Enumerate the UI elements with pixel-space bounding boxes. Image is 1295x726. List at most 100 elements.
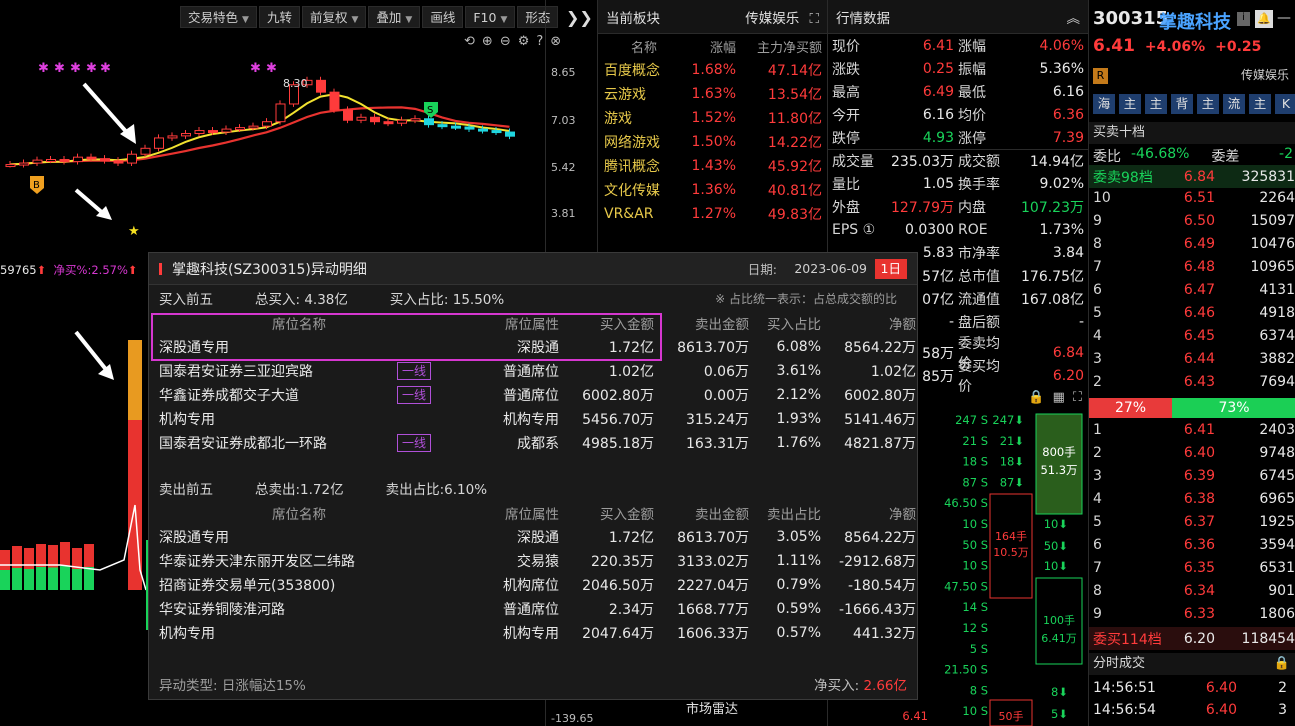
candle-body[interactable] [316,79,326,93]
table-row[interactable]: 深股通专用 深股通 1.72亿 8613.70万 3.05% 8564.22万 [149,525,917,549]
seat-tag[interactable]: 一线 [396,362,431,380]
order-level-row[interactable]: 7 6.35 6531 [1089,556,1295,579]
candle-body[interactable] [451,125,461,129]
candle-body[interactable] [86,156,97,160]
candle-body[interactable] [491,130,502,134]
order-level-row[interactable]: 4 6.38 6965 [1089,487,1295,510]
table-row[interactable]: 机构专用 机构专用 5456.70万 315.24万 1.93% 5141.46万 [149,407,917,431]
info-icon[interactable]: i [1237,12,1250,26]
market-radar-title[interactable]: 市场雷达 [597,698,827,726]
candle-body[interactable] [505,131,515,137]
toolbar-button[interactable]: 前复权 ▼ [301,6,367,28]
candle-body[interactable] [397,119,407,124]
sector-row[interactable]: 百度概念 1.68% 47.14亿 [598,58,827,82]
stock-tag[interactable]: 主 [1249,94,1271,114]
date-value[interactable]: 2023-06-09 [794,261,867,276]
order-level-row[interactable]: 6 6.47 4131 [1089,278,1295,301]
order-level-row[interactable]: 2 6.40 9748 [1089,441,1295,464]
candle-body[interactable] [73,156,83,163]
seat-tag[interactable]: 一线 [396,434,431,452]
candle-body[interactable] [46,159,56,163]
fullscreen-icon[interactable]: ⛶ [1073,390,1082,412]
candle-body[interactable] [194,130,205,135]
candle-body[interactable] [424,118,434,126]
candle-body[interactable] [383,121,394,125]
candle-body[interactable] [19,162,29,166]
table-row[interactable]: 机构专用 机构专用 2047.64万 1606.33万 0.57% 441.32万 [149,621,917,645]
candle-body[interactable] [343,109,353,121]
alert-bell-icon[interactable]: 🔔 [1255,10,1273,28]
order-level-row[interactable]: 5 6.46 4918 [1089,301,1295,324]
candle-body[interactable] [221,128,232,133]
sector-row[interactable]: 文化传媒 1.36% 40.81亿 [598,178,827,202]
candle-body[interactable] [181,133,191,137]
collapse-icon[interactable]: ︽ [1067,7,1081,27]
toolbar-button[interactable]: F10 ▼ [465,6,516,28]
table-row[interactable]: 华安证券铜陵淮河路 普通席位 2.34万 1668.77万 0.59% -1666.43万 [149,597,917,621]
order-level-row[interactable]: 2 6.43 7694 [1089,370,1295,393]
candle-body[interactable] [5,164,16,168]
candle-body[interactable] [154,137,164,149]
order-level-row[interactable]: 8 6.49 10476 [1089,232,1295,255]
current-board[interactable]: 传媒娱乐 [745,11,799,27]
candle-body[interactable] [370,116,380,123]
sector-row[interactable]: 云游戏 1.63% 13.54亿 [598,82,827,106]
stock-tag[interactable]: 背 [1171,94,1193,114]
order-level-row[interactable]: 10 6.51 2264 [1089,186,1295,209]
candle-body[interactable] [478,128,488,132]
candle-body[interactable] [329,91,340,111]
calculator-icon[interactable]: ▦ [1053,390,1065,412]
stock-tag[interactable]: 海 [1093,94,1115,114]
toolbar-button[interactable]: 画线 [422,6,464,28]
period-button[interactable]: 1日 [874,259,907,279]
candle-body[interactable] [275,103,286,123]
toolbar-button[interactable]: 叠加 ▼ [368,6,421,28]
kline-canvas[interactable]: ✱ ✱ ✱ ✱ ✱ ✱ ✱8.30BS★ [0,40,545,260]
lock-icon[interactable]: 🔒 [1028,390,1044,412]
table-row[interactable]: 招商证券交易单元(353800) 机构席位 2046.50万 2227.04万 0.79… [149,573,917,597]
order-level-row[interactable]: 3 6.39 6745 [1089,464,1295,487]
candle-body[interactable] [32,159,43,164]
order-level-row[interactable]: 3 6.44 3882 [1089,347,1295,370]
candle-body[interactable] [167,135,178,139]
order-level-row[interactable]: 5 6.37 1925 [1089,510,1295,533]
candle-body[interactable] [100,158,110,162]
candle-body[interactable] [127,153,137,164]
order-level-row[interactable]: 9 6.50 15097 [1089,209,1295,232]
stock-tag[interactable]: 主 [1119,94,1141,114]
sector-row[interactable]: 腾讯概念 1.43% 45.92亿 [598,154,827,178]
lock-icon[interactable]: 🔒 [1274,653,1290,675]
candle-body[interactable] [248,125,259,129]
candle-body[interactable] [437,124,448,128]
stock-tag[interactable]: 流 [1223,94,1245,114]
seat-tag[interactable]: 一线 [396,386,431,404]
table-row[interactable]: 华鑫证券成都交子大道 一线 普通席位 6002.80万 0.00万 2.12% 6002.8… [149,383,917,407]
toolbar-button[interactable]: 九转 [258,6,300,28]
order-level-row[interactable]: 6 6.36 3594 [1089,533,1295,556]
table-row[interactable]: 国泰君安证券三亚迎宾路 一线 普通席位 1.02亿 0.06万 3.61% 1.02亿 [149,359,917,383]
candle-body[interactable] [208,130,218,134]
order-level-row[interactable]: 4 6.45 6374 [1089,324,1295,347]
candle-body[interactable] [235,127,245,131]
order-level-row[interactable]: 8 6.34 901 [1089,579,1295,602]
candle-body[interactable] [59,159,70,163]
candle-body[interactable] [140,147,151,155]
candle-body[interactable] [356,116,367,121]
sector-row[interactable]: VR&AR 1.27% 49.83亿 [598,202,827,226]
order-level-row[interactable]: 1 6.41 2403 [1089,418,1295,441]
sector-row[interactable]: 网络游戏 1.50% 14.22亿 [598,130,827,154]
candle-body[interactable] [262,121,272,127]
table-row[interactable]: 华泰证券天津东丽开发区二纬路 交易猿 220.35万 3133.02万 1.11% -29… [149,549,917,573]
fullscreen-icon[interactable]: ⛶ [810,11,819,27]
stock-tag[interactable]: K [1275,94,1295,114]
candle-body[interactable] [464,126,475,130]
stock-tag[interactable]: 主 [1145,94,1167,114]
abnormal-detail-modal[interactable]: 掌趣科技(SZ300315)异动明细 日期: 2023-06-09 1日 买入前… [148,252,918,700]
candle-body[interactable] [410,118,421,122]
toolbar-button[interactable]: 交易特色 ▼ [180,6,257,28]
stock-name[interactable]: 掌趣科技 [1159,8,1231,34]
table-row[interactable]: 国泰君安证券成都北一环路 一线 成都系 4985.18万 163.31万 1.76% 482… [149,431,917,455]
minimize-icon[interactable]: — [1277,10,1291,26]
order-level-row[interactable]: 9 6.33 1806 [1089,602,1295,625]
stock-tag[interactable]: 主 [1197,94,1219,114]
